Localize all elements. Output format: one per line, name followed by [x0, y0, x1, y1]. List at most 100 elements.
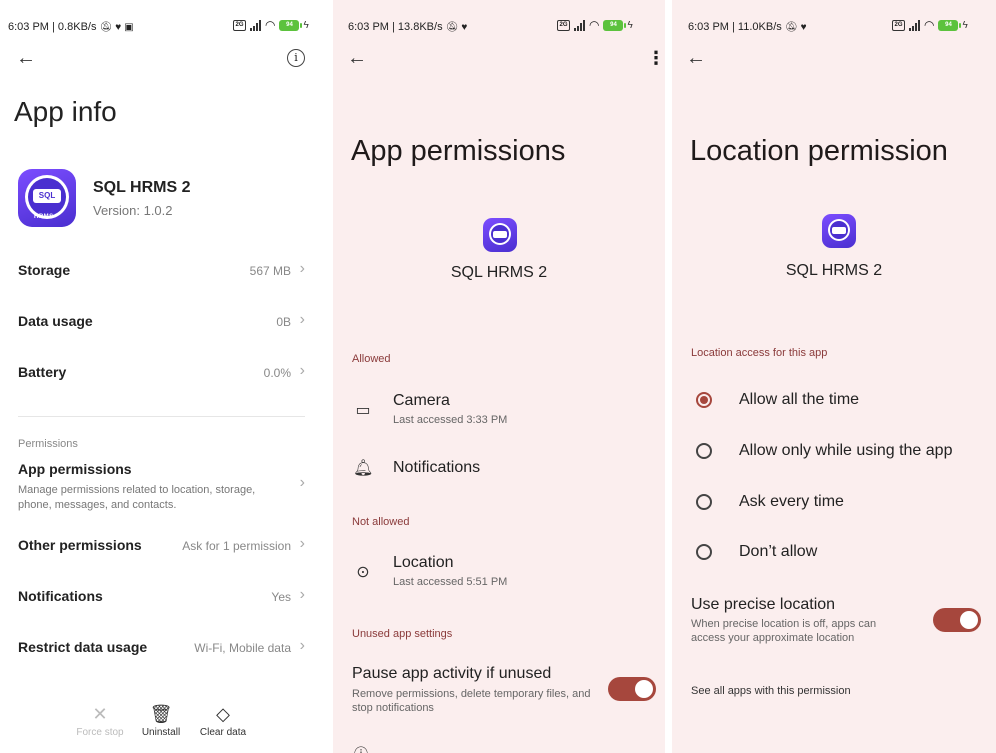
app-version: Version: 1.0.2: [93, 203, 173, 218]
wifi-icon: ◠: [924, 18, 935, 32]
app-name: SQL HRMS 2: [785, 262, 883, 279]
not-allowed-section-header: Not allowed: [352, 516, 410, 528]
radio-button[interactable]: [696, 494, 712, 510]
battery-value: 0.0%: [263, 366, 291, 380]
uninstall-button[interactable]: 🗑︎ Uninstall: [126, 703, 196, 738]
signal-icon: [909, 19, 920, 31]
storage-row[interactable]: Storage 567 MB ›: [0, 255, 329, 287]
pause-app-activity-toggle[interactable]: [608, 677, 656, 701]
chevron-right-icon: ›: [299, 535, 305, 552]
mute-icon: 🔕︎: [99, 22, 113, 33]
location-last-accessed: Last accessed 5:51 PM: [393, 576, 508, 588]
see-all-apps-link[interactable]: See all apps with this permission: [691, 685, 851, 697]
clear-data-button[interactable]: ◇ Clear data: [188, 703, 258, 738]
more-options-icon[interactable]: ⋮: [647, 48, 665, 68]
clear-data-label: Clear data: [199, 727, 247, 738]
precise-location-description: When precise location is off, apps can a…: [691, 618, 877, 644]
back-arrow-icon[interactable]: ←: [16, 48, 36, 68]
heart-icon: ♥: [800, 22, 807, 33]
radio-label: Allow all the time: [739, 391, 860, 408]
notifications-permission-row[interactable]: 🔔︎ Notifications: [333, 452, 665, 484]
radio-option-allow-all-the-time[interactable]: Allow all the time: [672, 386, 996, 416]
mute-icon: 🔕︎: [784, 22, 798, 33]
pause-app-activity-description: Remove permissions, delete temporary fil…: [352, 688, 591, 714]
heart-icon: ♥: [461, 22, 468, 33]
bell-icon: 🔔︎: [353, 460, 374, 477]
back-arrow-icon[interactable]: ←: [347, 48, 367, 68]
radio-label: Ask every time: [739, 493, 844, 510]
location-title: Location: [393, 554, 454, 571]
other-permissions-row[interactable]: Other permissions Ask for 1 permission ›: [0, 530, 329, 562]
info-icon[interactable]: i: [287, 49, 305, 67]
app-name: SQL HRMS 2: [93, 179, 191, 196]
data-usage-row[interactable]: Data usage 0B ›: [0, 306, 329, 338]
allowed-section-header: Allowed: [352, 353, 391, 365]
info-icon: ⓘ: [354, 744, 368, 753]
storage-value: 567 MB: [249, 264, 291, 278]
app-permissions-screen: 6:03 PM | 13.8KB/s 🔕︎ ♥ 2G ◠ 94 ϟ ← ⋮ Ap…: [333, 0, 665, 753]
chevron-right-icon: ›: [299, 260, 305, 277]
status-icons: 2G ◠ 94 ϟ: [892, 18, 968, 32]
precise-location-title: Use precise location: [691, 596, 836, 613]
uninstall-label: Uninstall: [141, 727, 181, 738]
data-usage-label: Data usage: [18, 313, 93, 329]
status-text: 6:03 PM | 0.8KB/s: [8, 21, 97, 33]
app-permissions-description: Manage permissions related to location, …: [18, 484, 256, 511]
back-arrow-icon[interactable]: ←: [686, 48, 706, 68]
sim-icon: 2G: [233, 19, 246, 31]
precise-location-toggle[interactable]: [933, 608, 981, 632]
radio-button[interactable]: [696, 544, 712, 560]
chevron-right-icon: ›: [299, 586, 305, 603]
other-permissions-label: Other permissions: [18, 537, 142, 553]
camera-last-accessed: Last accessed 3:33 PM: [393, 414, 508, 426]
radio-option-allow-while-using[interactable]: Allow only while using the app: [672, 437, 996, 467]
camera-permission-row[interactable]: ▭ Camera Last accessed 3:33 PM: [333, 388, 665, 432]
camera-title: Camera: [393, 392, 450, 409]
wifi-icon: ◠: [589, 18, 600, 32]
status-bar: 6:03 PM | 0.8KB/s 🔕︎ ♥ ▣: [8, 21, 134, 33]
app-icon: [822, 214, 856, 248]
battery-row[interactable]: Battery 0.0% ›: [0, 357, 329, 389]
restrict-data-usage-row[interactable]: Restrict data usage Wi-Fi, Mobile data ›: [0, 632, 329, 664]
radio-label: Don’t allow: [739, 543, 818, 560]
status-icons: 2G ◠ 94 ϟ: [557, 18, 633, 32]
sim-icon: 2G: [557, 19, 570, 31]
pause-app-activity-row[interactable]: Pause app activity if unused Remove perm…: [333, 660, 665, 720]
battery-label: Battery: [18, 364, 67, 380]
status-bar: 6:03 PM | 11.0KB/s 🔕︎ ♥: [688, 21, 807, 33]
storage-label: Storage: [18, 262, 71, 278]
sim-icon: 2G: [892, 19, 905, 31]
radio-option-dont-allow[interactable]: Don’t allow: [672, 538, 996, 568]
chevron-right-icon: ›: [299, 474, 305, 491]
page-title: App info: [14, 96, 117, 127]
charging-icon: ϟ: [962, 19, 968, 31]
trash-icon: 🗑︎: [149, 704, 173, 724]
force-stop-button[interactable]: ✕ Force stop: [65, 703, 135, 738]
status-text: 6:03 PM | 11.0KB/s: [688, 21, 782, 33]
status-icons: 2G ◠ 94 ϟ: [233, 18, 309, 32]
radio-button[interactable]: [696, 443, 712, 459]
battery-icon: 94: [938, 19, 962, 31]
wifi-icon: ◠: [265, 18, 276, 32]
battery-icon: 94: [603, 19, 627, 31]
battery-icon: 94: [279, 19, 303, 31]
video-camera-icon: ▭: [355, 402, 371, 419]
radio-button[interactable]: [696, 392, 712, 408]
app-name: SQL HRMS 2: [450, 264, 548, 281]
force-stop-label: Force stop: [76, 727, 124, 738]
location-permission-row[interactable]: ⊙ Location Last accessed 5:51 PM: [333, 550, 665, 594]
pause-app-activity-title: Pause app activity if unused: [352, 665, 552, 682]
charging-icon: ϟ: [627, 19, 633, 31]
app-icon-label: HRMS: [34, 214, 54, 220]
app-icon: HRMS: [18, 169, 76, 227]
restrict-data-usage-label: Restrict data usage: [18, 639, 148, 655]
precise-location-row[interactable]: Use precise location When precise locati…: [672, 592, 996, 648]
radio-option-ask-every-time[interactable]: Ask every time: [672, 488, 996, 518]
app-info-screen: 6:03 PM | 0.8KB/s 🔕︎ ♥ ▣ 2G ◠ 94 ϟ ← i A…: [0, 0, 329, 753]
notifications-row[interactable]: Notifications Yes ›: [0, 581, 329, 613]
page-title: Location permission: [690, 135, 948, 167]
notifications-label: Notifications: [18, 588, 103, 604]
heart-icon: ♥: [115, 22, 122, 33]
mute-icon: 🔕︎: [445, 22, 459, 33]
location-pin-icon: ⊙: [356, 564, 370, 581]
